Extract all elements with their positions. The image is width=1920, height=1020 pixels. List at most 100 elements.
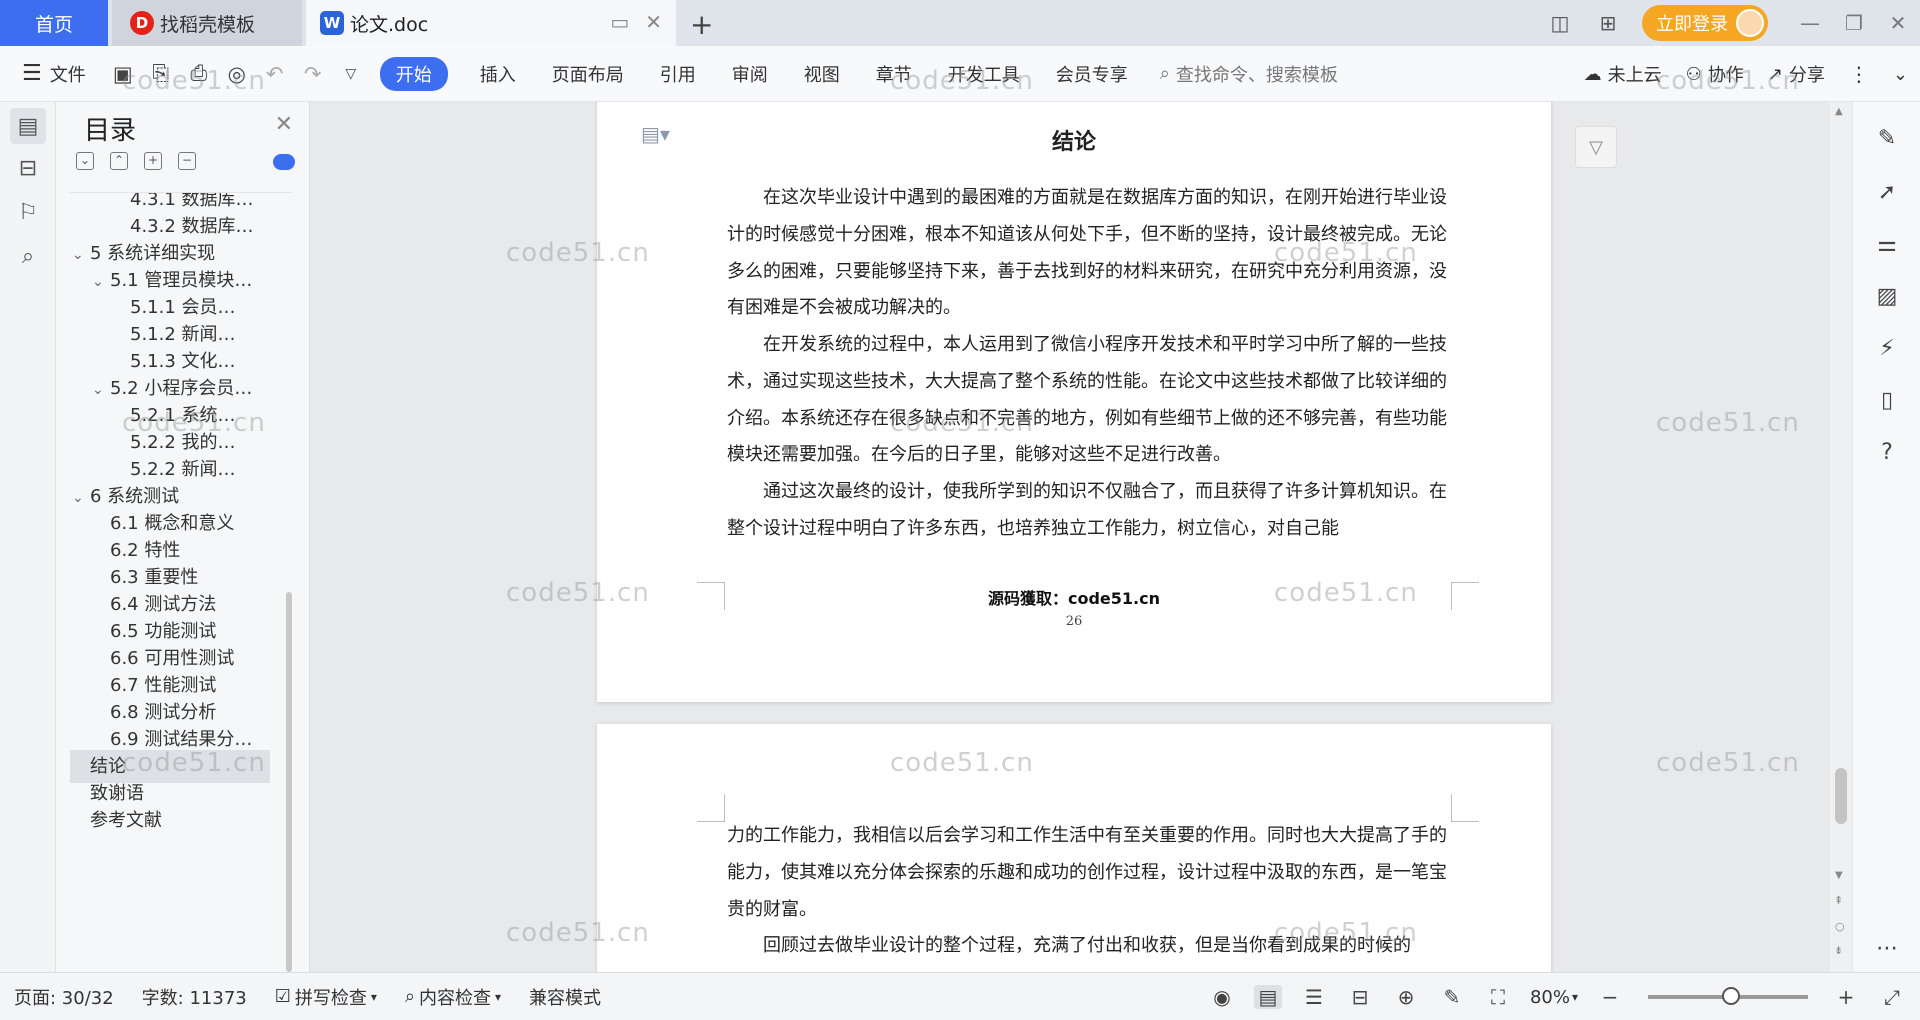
export-pdf-icon[interactable]: ⎘ <box>142 61 180 86</box>
expand-down-icon[interactable]: ⌄ <box>76 152 94 170</box>
screen-mode-icon[interactable]: ▭ <box>610 10 629 34</box>
spell-check-button[interactable]: ☑ 拼写检查 ▾ <box>261 984 391 1010</box>
scroll-down-icon[interactable]: ▼ <box>1835 870 1843 881</box>
ribbon-tab-insert[interactable]: 插入 <box>462 61 534 87</box>
toc-toggle-switch[interactable] <box>273 154 295 170</box>
restore-icon[interactable]: ❐ <box>1832 11 1876 35</box>
zoom-level[interactable]: 80% ▾ <box>1530 987 1578 1008</box>
cloud-status-button[interactable]: ☁ 未上云 <box>1584 61 1662 87</box>
toc-item-label: 5.2.2 我的… <box>130 432 236 453</box>
apps-grid-icon[interactable]: ⊞ <box>1584 11 1632 35</box>
print-preview-icon[interactable]: ◎ <box>218 62 256 86</box>
find-icon[interactable]: ⌕ <box>10 238 46 274</box>
layout-icon[interactable]: ◫ <box>1536 11 1584 35</box>
content-check-label: 内容检查 <box>418 987 491 1009</box>
toc-item-label: 6.9 测试结果分… <box>110 729 253 750</box>
page-view-icon[interactable]: ▤ <box>1253 985 1282 1009</box>
help-icon[interactable]: ? <box>1871 436 1903 468</box>
tab-document[interactable]: W 论文.doc ▭ ✕ <box>306 0 676 46</box>
ribbon-tab-chapter[interactable]: 章节 <box>858 61 930 87</box>
tab-home[interactable]: 首页 <box>0 0 108 46</box>
remove-heading-icon[interactable]: − <box>178 152 196 170</box>
word-doc-icon: W <box>320 11 344 35</box>
print-icon[interactable]: ⎙ <box>180 61 218 86</box>
chapter-navigation-icon[interactable]: ⊟ <box>10 150 46 186</box>
ribbon-tab-start[interactable]: 开始 <box>379 56 448 91</box>
toc-item-label: 6.5 功能测试 <box>110 621 217 642</box>
ai-assistant-icon[interactable]: ⚡ <box>1871 332 1903 364</box>
content-check-button[interactable]: ⌕ 内容检查 ▾ <box>391 984 515 1010</box>
filter-icon[interactable]: ▽ <box>1575 126 1617 168</box>
toc-item-label: 6.6 可用性测试 <box>110 648 235 669</box>
collapse-up-icon[interactable]: ⌃ <box>110 152 128 170</box>
zoom-in-icon[interactable]: + <box>1832 985 1860 1009</box>
scroll-up-icon[interactable]: ▲ <box>1835 106 1843 117</box>
document-page[interactable]: 力的工作能力，我相信以后会学习和工作生活中有至关重要的作用。同时也大大提高了手的… <box>597 724 1551 972</box>
outline-view-icon[interactable]: ☰ <box>1300 985 1328 1009</box>
toc-panel-icon[interactable]: ▤ <box>10 108 46 144</box>
new-tab-icon[interactable]: + <box>690 8 713 41</box>
share-icon: ↗ <box>1767 63 1783 85</box>
margin-corner-mark <box>1451 794 1479 822</box>
adjust-sliders-icon[interactable]: ⚌ <box>1871 228 1903 260</box>
select-browse-icon[interactable]: ○ <box>1835 920 1845 933</box>
undo-icon[interactable]: ↶ <box>256 62 294 86</box>
page-number: 26 <box>1065 614 1083 629</box>
zoom-out-icon[interactable]: − <box>1596 985 1624 1009</box>
checkbox-icon: ☑ <box>274 986 291 1007</box>
scrollbar-thumb[interactable] <box>1835 768 1847 824</box>
login-button[interactable]: 立即登录 <box>1642 5 1768 41</box>
tab-template[interactable]: D 找稻壳模板 <box>112 0 302 46</box>
redo-icon[interactable]: ↷ <box>294 62 332 86</box>
fit-page-icon[interactable]: ⛶ <box>1484 985 1512 1009</box>
toc-item-label: 6 系统测试 <box>90 486 180 507</box>
write-mode-icon[interactable]: ✎ <box>1438 985 1466 1009</box>
more-icon[interactable]: ⋯ <box>1871 932 1903 964</box>
more-options-icon[interactable]: ⋮ <box>1849 62 1869 86</box>
quick-access-more-icon[interactable]: ▽ <box>332 66 370 82</box>
book-search-icon[interactable]: ▯ <box>1871 384 1903 416</box>
reading-view-icon[interactable]: ⊟ <box>1346 985 1374 1009</box>
share-button[interactable]: ↗ 分享 <box>1768 61 1825 87</box>
prev-page-icon[interactable]: ⇞ <box>1834 894 1843 907</box>
bookmark-icon[interactable]: ⚐ <box>10 194 46 230</box>
collaborate-button[interactable]: ⚇ 协作 <box>1686 61 1744 87</box>
ribbon-tab-page-layout[interactable]: 页面布局 <box>534 61 642 87</box>
fullscreen-icon[interactable]: ⤢ <box>1878 985 1906 1009</box>
add-heading-icon[interactable]: + <box>144 152 162 170</box>
ribbon-tab-references[interactable]: 引用 <box>642 61 714 87</box>
minimize-icon[interactable]: — <box>1788 11 1832 35</box>
web-view-icon[interactable]: ⊕ <box>1392 985 1420 1009</box>
collaborate-label: 协作 <box>1707 65 1744 86</box>
ribbon-tab-member[interactable]: 会员专享 <box>1038 61 1146 87</box>
overlay-text: 源码獲取：code51.cn <box>987 589 1160 608</box>
paragraph: 通过这次最终的设计，使我所学到的知识不仅融合了，而且获得了许多计算机知识。在整个… <box>727 481 1447 539</box>
right-tool-rail: ✎ ➚ ⚌ ▨ ⚡ ▯ ? ⋯ <box>1852 102 1920 972</box>
select-pointer-icon[interactable]: ➚ <box>1871 176 1903 208</box>
edit-pen-icon[interactable]: ✎ <box>1871 122 1903 154</box>
next-page-icon[interactable]: ⇟ <box>1834 944 1843 957</box>
zoom-slider-knob[interactable] <box>1722 987 1740 1005</box>
close-tab-icon[interactable]: ✕ <box>645 10 662 34</box>
save-icon[interactable]: ▣ <box>104 62 142 86</box>
collapse-ribbon-icon[interactable]: ⌄ <box>1893 64 1908 85</box>
word-count[interactable]: 字数: 11373 <box>128 984 261 1010</box>
document-page[interactable]: ▤▾ 结论 在这次毕业设计中遇到的最困难的方面就是在数据库方面的知识，在刚开始进… <box>597 102 1551 702</box>
command-search[interactable]: ⌕ 查找命令、搜索模板 <box>1160 61 1338 87</box>
toc-item-label: 6.1 概念和意义 <box>110 513 235 534</box>
tab-document-label: 论文.doc <box>350 13 429 36</box>
vertical-scrollbar[interactable]: ▲ ▼ ⇞ ○ ⇟ <box>1830 102 1852 972</box>
document-canvas[interactable]: ▤▾ 结论 在这次毕业设计中遇到的最困难的方面就是在数据库方面的知识，在刚开始进… <box>311 102 1848 972</box>
close-window-icon[interactable]: ✕ <box>1876 11 1920 35</box>
ribbon-tab-view[interactable]: 视图 <box>786 61 858 87</box>
image-tools-icon[interactable]: ▨ <box>1871 280 1903 312</box>
zoom-slider[interactable] <box>1648 987 1808 1005</box>
toc-scrollbar[interactable] <box>286 592 292 972</box>
ribbon-tab-review[interactable]: 审阅 <box>714 61 786 87</box>
eye-protect-icon[interactable]: ◉ <box>1208 985 1236 1009</box>
close-icon[interactable]: ✕ <box>275 112 293 137</box>
page-count[interactable]: 页面: 30/32 <box>0 984 128 1010</box>
toc-item[interactable]: 参考文献 <box>70 804 270 837</box>
file-menu-button[interactable]: ☰ 文件 <box>0 61 104 87</box>
ribbon-tab-developer[interactable]: 开发工具 <box>930 61 1038 87</box>
